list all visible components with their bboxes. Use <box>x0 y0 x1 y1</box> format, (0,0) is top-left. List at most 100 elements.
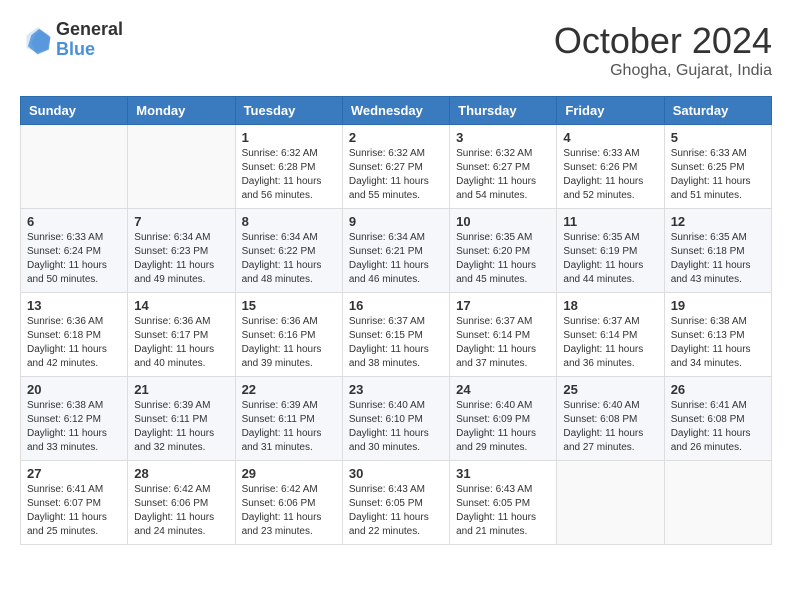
calendar-cell: 16 Sunrise: 6:37 AMSunset: 6:15 PMDayligh… <box>342 293 449 377</box>
day-number: 24 <box>456 382 550 397</box>
day-info: Sunrise: 6:36 AMSunset: 6:17 PMDaylight:… <box>134 315 228 371</box>
logo: General Blue <box>20 20 123 60</box>
day-info: Sunrise: 6:33 AMSunset: 6:24 PMDaylight:… <box>27 231 121 287</box>
calendar-cell: 26 Sunrise: 6:41 AMSunset: 6:08 PMDayligh… <box>664 377 771 461</box>
day-number: 16 <box>349 298 443 313</box>
day-info: Sunrise: 6:35 AMSunset: 6:18 PMDaylight:… <box>671 231 765 287</box>
day-number: 28 <box>134 466 228 481</box>
day-info: Sunrise: 6:40 AMSunset: 6:10 PMDaylight:… <box>349 399 443 455</box>
calendar-cell: 14 Sunrise: 6:36 AMSunset: 6:17 PMDayligh… <box>128 293 235 377</box>
weekday-header-friday: Friday <box>557 97 664 125</box>
weekday-header-saturday: Saturday <box>664 97 771 125</box>
day-number: 11 <box>563 214 657 229</box>
day-info: Sunrise: 6:38 AMSunset: 6:12 PMDaylight:… <box>27 399 121 455</box>
calendar-cell <box>128 125 235 209</box>
calendar-cell: 13 Sunrise: 6:36 AMSunset: 6:18 PMDayligh… <box>21 293 128 377</box>
calendar-cell: 28 Sunrise: 6:42 AMSunset: 6:06 PMDayligh… <box>128 461 235 545</box>
day-info: Sunrise: 6:42 AMSunset: 6:06 PMDaylight:… <box>242 483 336 539</box>
day-info: Sunrise: 6:36 AMSunset: 6:16 PMDaylight:… <box>242 315 336 371</box>
day-number: 12 <box>671 214 765 229</box>
location-subtitle: Ghogha, Gujarat, India <box>554 62 772 80</box>
weekday-header-tuesday: Tuesday <box>235 97 342 125</box>
week-row-2: 6 Sunrise: 6:33 AMSunset: 6:24 PMDaylight… <box>21 209 772 293</box>
calendar-cell: 25Sunrise: 6:40 AMSunset: 6:08 PMDayligh… <box>557 377 664 461</box>
day-number: 21 <box>134 382 228 397</box>
day-number: 22 <box>242 382 336 397</box>
day-number: 25 <box>563 382 657 397</box>
day-number: 4 <box>563 130 657 145</box>
day-info: Sunrise: 6:34 AMSunset: 6:23 PMDaylight:… <box>134 231 228 287</box>
week-row-3: 13 Sunrise: 6:36 AMSunset: 6:18 PMDayligh… <box>21 293 772 377</box>
day-number: 6 <box>27 214 121 229</box>
day-number: 1 <box>242 130 336 145</box>
month-title: October 2024 <box>554 20 772 62</box>
calendar-cell <box>21 125 128 209</box>
title-block: October 2024 Ghogha, Gujarat, India <box>554 20 772 80</box>
calendar-cell: 22 Sunrise: 6:39 AMSunset: 6:11 PMDayligh… <box>235 377 342 461</box>
day-number: 2 <box>349 130 443 145</box>
day-info: Sunrise: 6:38 AMSunset: 6:13 PMDaylight:… <box>671 315 765 371</box>
day-info: Sunrise: 6:40 AMSunset: 6:09 PMDaylight:… <box>456 399 550 455</box>
day-info: Sunrise: 6:35 AMSunset: 6:19 PMDaylight:… <box>563 231 657 287</box>
day-number: 26 <box>671 382 765 397</box>
calendar-cell: 20 Sunrise: 6:38 AMSunset: 6:12 PMDayligh… <box>21 377 128 461</box>
logo-icon <box>20 24 52 56</box>
day-number: 30 <box>349 466 443 481</box>
calendar-cell: 5Sunrise: 6:33 AMSunset: 6:25 PMDaylight… <box>664 125 771 209</box>
day-info: Sunrise: 6:39 AMSunset: 6:11 PMDaylight:… <box>134 399 228 455</box>
week-row-1: 1 Sunrise: 6:32 AMSunset: 6:28 PMDaylight… <box>21 125 772 209</box>
day-number: 15 <box>242 298 336 313</box>
calendar-cell <box>664 461 771 545</box>
day-info: Sunrise: 6:33 AMSunset: 6:25 PMDaylight:… <box>671 147 765 203</box>
weekday-header-row: SundayMondayTuesdayWednesdayThursdayFrid… <box>21 97 772 125</box>
page-header: General Blue October 2024 Ghogha, Gujara… <box>20 20 772 80</box>
calendar-cell: 6 Sunrise: 6:33 AMSunset: 6:24 PMDaylight… <box>21 209 128 293</box>
day-info: Sunrise: 6:34 AMSunset: 6:22 PMDaylight:… <box>242 231 336 287</box>
day-info: Sunrise: 6:33 AMSunset: 6:26 PMDaylight:… <box>563 147 657 203</box>
day-number: 9 <box>349 214 443 229</box>
day-info: Sunrise: 6:39 AMSunset: 6:11 PMDaylight:… <box>242 399 336 455</box>
day-number: 14 <box>134 298 228 313</box>
day-number: 20 <box>27 382 121 397</box>
calendar-cell: 10 Sunrise: 6:35 AMSunset: 6:20 PMDayligh… <box>450 209 557 293</box>
day-info: Sunrise: 6:41 AMSunset: 6:07 PMDaylight:… <box>27 483 121 539</box>
weekday-header-thursday: Thursday <box>450 97 557 125</box>
day-info: Sunrise: 6:34 AMSunset: 6:21 PMDaylight:… <box>349 231 443 287</box>
calendar-cell: 30Sunrise: 6:43 AMSunset: 6:05 PMDayligh… <box>342 461 449 545</box>
day-info: Sunrise: 6:32 AMSunset: 6:28 PMDaylight:… <box>242 147 336 203</box>
weekday-header-wednesday: Wednesday <box>342 97 449 125</box>
calendar-cell: 23Sunrise: 6:40 AMSunset: 6:10 PMDayligh… <box>342 377 449 461</box>
calendar-cell: 18 Sunrise: 6:37 AMSunset: 6:14 PMDayligh… <box>557 293 664 377</box>
day-number: 8 <box>242 214 336 229</box>
calendar-cell: 8 Sunrise: 6:34 AMSunset: 6:22 PMDaylight… <box>235 209 342 293</box>
calendar-cell: 27Sunrise: 6:41 AMSunset: 6:07 PMDayligh… <box>21 461 128 545</box>
calendar-cell: 9 Sunrise: 6:34 AMSunset: 6:21 PMDaylight… <box>342 209 449 293</box>
day-number: 3 <box>456 130 550 145</box>
calendar-cell: 17Sunrise: 6:37 AMSunset: 6:14 PMDayligh… <box>450 293 557 377</box>
calendar-cell: 24 Sunrise: 6:40 AMSunset: 6:09 PMDayligh… <box>450 377 557 461</box>
day-info: Sunrise: 6:37 AMSunset: 6:15 PMDaylight:… <box>349 315 443 371</box>
day-number: 29 <box>242 466 336 481</box>
day-info: Sunrise: 6:32 AMSunset: 6:27 PMDaylight:… <box>349 147 443 203</box>
calendar-cell: 2 Sunrise: 6:32 AMSunset: 6:27 PMDaylight… <box>342 125 449 209</box>
calendar-cell: 1 Sunrise: 6:32 AMSunset: 6:28 PMDaylight… <box>235 125 342 209</box>
day-info: Sunrise: 6:43 AMSunset: 6:05 PMDaylight:… <box>456 483 550 539</box>
day-info: Sunrise: 6:35 AMSunset: 6:20 PMDaylight:… <box>456 231 550 287</box>
day-number: 18 <box>563 298 657 313</box>
day-number: 7 <box>134 214 228 229</box>
calendar-cell: 11 Sunrise: 6:35 AMSunset: 6:19 PMDayligh… <box>557 209 664 293</box>
day-info: Sunrise: 6:41 AMSunset: 6:08 PMDaylight:… <box>671 399 765 455</box>
day-info: Sunrise: 6:37 AMSunset: 6:14 PMDaylight:… <box>456 315 550 371</box>
day-number: 13 <box>27 298 121 313</box>
calendar-cell: 29 Sunrise: 6:42 AMSunset: 6:06 PMDayligh… <box>235 461 342 545</box>
day-info: Sunrise: 6:42 AMSunset: 6:06 PMDaylight:… <box>134 483 228 539</box>
day-number: 19 <box>671 298 765 313</box>
logo-text: General Blue <box>56 20 123 60</box>
day-info: Sunrise: 6:37 AMSunset: 6:14 PMDaylight:… <box>563 315 657 371</box>
calendar-cell: 3 Sunrise: 6:32 AMSunset: 6:27 PMDaylight… <box>450 125 557 209</box>
day-info: Sunrise: 6:36 AMSunset: 6:18 PMDaylight:… <box>27 315 121 371</box>
week-row-4: 20 Sunrise: 6:38 AMSunset: 6:12 PMDayligh… <box>21 377 772 461</box>
day-number: 10 <box>456 214 550 229</box>
day-info: Sunrise: 6:32 AMSunset: 6:27 PMDaylight:… <box>456 147 550 203</box>
week-row-5: 27Sunrise: 6:41 AMSunset: 6:07 PMDayligh… <box>21 461 772 545</box>
